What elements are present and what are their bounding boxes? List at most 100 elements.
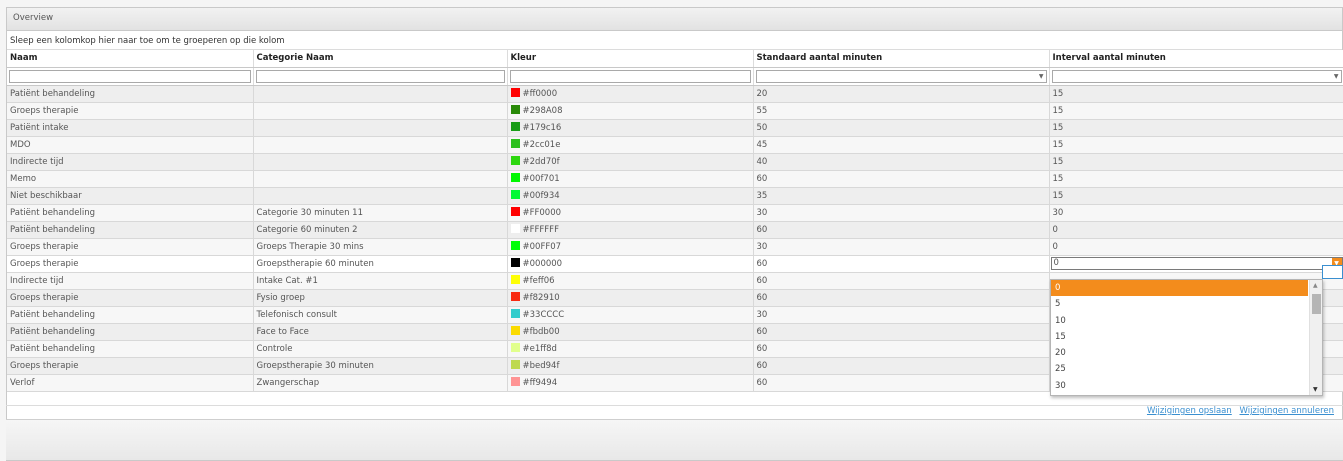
column-header-categorie-naam[interactable]: Categorie Naam [253, 50, 508, 68]
table-row[interactable]: Niet beschikbaar #00f934 35 15 [7, 187, 1343, 205]
dropdown-option[interactable]: 5 [1051, 296, 1308, 312]
cell-kleur[interactable]: #2dd70f [507, 153, 754, 171]
cell-kleur[interactable]: #ff9494 [507, 374, 754, 392]
table-row[interactable]: Groeps therapie Groeps Therapie 30 mins #0… [7, 238, 1343, 256]
cell-kleur[interactable]: #bed94f [507, 357, 754, 375]
cell-standaard[interactable]: 40 [753, 153, 1050, 171]
scroll-up-icon[interactable]: ▲ [1313, 282, 1318, 289]
cell-categorie[interactable]: Groeps Therapie 30 mins [253, 238, 508, 256]
table-row[interactable]: Groeps therapie #298A08 55 15 [7, 102, 1343, 120]
cell-naam[interactable]: Patiënt behandeling [7, 204, 254, 222]
cell-standaard[interactable]: 60 [753, 323, 1050, 341]
cell-standaard[interactable]: 60 [753, 289, 1050, 307]
cell-kleur[interactable]: #00FF07 [507, 238, 754, 256]
dropdown-option[interactable]: 0 [1051, 280, 1308, 297]
cell-interval[interactable]: 30 [1049, 204, 1343, 222]
cell-naam[interactable]: Patiënt behandeling [7, 85, 254, 103]
cell-naam[interactable]: Niet beschikbaar [7, 187, 254, 205]
table-row[interactable]: Indirecte tijd #2dd70f 40 15 [7, 153, 1343, 171]
table-row[interactable]: Patiënt behandeling Categorie 30 minuten … [7, 204, 1343, 222]
cell-categorie[interactable] [253, 153, 508, 171]
cell-kleur[interactable]: #179c16 [507, 119, 754, 137]
table-row[interactable]: Memo #00f701 60 15 [7, 170, 1343, 188]
cell-categorie[interactable]: Face to Face [253, 323, 508, 341]
dropdown-option[interactable]: 15 [1051, 329, 1308, 345]
cell-categorie[interactable]: Categorie 30 minuten 11 [253, 204, 508, 222]
cell-kleur[interactable]: #298A08 [507, 102, 754, 120]
cell-interval[interactable]: 15 [1049, 119, 1343, 137]
cell-categorie[interactable] [253, 85, 508, 103]
cell-kleur[interactable]: #FFFFFF [507, 221, 754, 239]
filter-interval-select[interactable]: ▼ [1051, 69, 1342, 83]
cell-naam[interactable]: Groeps therapie [7, 357, 254, 375]
cell-naam[interactable]: Groeps therapie [7, 255, 254, 273]
cell-standaard[interactable]: 50 [753, 119, 1050, 137]
filter-standaard-select[interactable]: ▼ [755, 69, 1047, 83]
table-row[interactable]: Patiënt behandeling Categorie 60 minuten … [7, 221, 1343, 239]
cell-naam[interactable]: Verlof [7, 374, 254, 392]
dropdown-option[interactable]: 20 [1051, 345, 1308, 361]
interval-combobox[interactable]: 0 ▼ [1050, 257, 1343, 270]
cell-standaard[interactable]: 30 [753, 238, 1050, 256]
cell-naam[interactable]: Groeps therapie [7, 238, 254, 256]
dropdown-scrollbar[interactable]: ▲ ▼ [1309, 280, 1322, 395]
dropdown-option[interactable]: 30 [1051, 378, 1308, 394]
cell-kleur[interactable]: #00f934 [507, 187, 754, 205]
cancel-changes-link[interactable]: Wijzigingen annuleren [1239, 406, 1334, 416]
cell-kleur[interactable]: #FF0000 [507, 204, 754, 222]
cell-categorie[interactable] [253, 102, 508, 120]
cell-naam[interactable]: Groeps therapie [7, 289, 254, 307]
cell-categorie[interactable] [253, 119, 508, 137]
next-cell-editor[interactable] [1322, 265, 1343, 279]
column-header-interval-minuten[interactable]: Interval aantal minuten [1049, 50, 1343, 68]
filter-categorie-input[interactable] [255, 69, 505, 83]
table-row[interactable]: Groeps therapie Groepstherapie 60 minuten… [7, 255, 1343, 273]
cell-categorie[interactable]: Zwangerschap [253, 374, 508, 392]
column-header-naam[interactable]: Naam [7, 50, 254, 68]
cell-naam[interactable]: Patiënt behandeling [7, 323, 254, 341]
cell-standaard[interactable]: 35 [753, 187, 1050, 205]
table-row[interactable]: Patiënt intake #179c16 50 15 [7, 119, 1343, 137]
cell-categorie[interactable]: Fysio groep [253, 289, 508, 307]
cell-standaard[interactable]: 60 [753, 221, 1050, 239]
cell-kleur[interactable]: #f82910 [507, 289, 754, 307]
cell-categorie[interactable] [253, 187, 508, 205]
cell-standaard[interactable]: 60 [753, 255, 1050, 273]
cell-interval[interactable]: 15 [1049, 170, 1343, 188]
cell-categorie[interactable]: Groepstherapie 60 minuten [253, 255, 508, 273]
filter-kleur-input[interactable] [509, 69, 751, 83]
cell-kleur[interactable]: #000000 [507, 255, 754, 273]
cell-categorie[interactable]: Groepstherapie 30 minuten [253, 357, 508, 375]
cell-kleur[interactable]: #e1ff8d [507, 340, 754, 358]
scroll-down-icon[interactable]: ▼ [1313, 386, 1318, 393]
column-header-kleur[interactable]: Kleur [507, 50, 754, 68]
scroll-thumb[interactable] [1312, 294, 1321, 314]
cell-naam[interactable]: Indirecte tijd [7, 153, 254, 171]
cell-categorie[interactable]: Intake Cat. #1 [253, 272, 508, 290]
cell-naam[interactable]: Patiënt behandeling [7, 221, 254, 239]
cell-standaard[interactable]: 45 [753, 136, 1050, 154]
cell-interval[interactable]: 0 [1049, 221, 1343, 239]
cell-naam[interactable]: Patiënt intake [7, 119, 254, 137]
cell-standaard[interactable]: 60 [753, 340, 1050, 358]
cell-interval-editor[interactable]: 0 ▼ [1049, 255, 1343, 273]
cell-interval[interactable]: 15 [1049, 136, 1343, 154]
cell-categorie[interactable] [253, 136, 508, 154]
cell-interval[interactable]: 15 [1049, 153, 1343, 171]
cell-naam[interactable]: Groeps therapie [7, 102, 254, 120]
table-row[interactable]: MDO #2cc01e 45 15 [7, 136, 1343, 154]
cell-categorie[interactable]: Controle [253, 340, 508, 358]
cell-categorie[interactable]: Categorie 60 minuten 2 [253, 221, 508, 239]
interval-dropdown-list[interactable]: 0 5 10 15 20 25 30 ▲ ▼ [1050, 279, 1323, 396]
cell-standaard[interactable]: 60 [753, 374, 1050, 392]
cell-naam[interactable]: Patiënt behandeling [7, 306, 254, 324]
cell-interval[interactable]: 15 [1049, 85, 1343, 103]
cell-interval[interactable]: 15 [1049, 187, 1343, 205]
column-header-standaard-minuten[interactable]: Standaard aantal minuten [753, 50, 1050, 68]
cell-standaard[interactable]: 30 [753, 204, 1050, 222]
cell-interval[interactable]: 15 [1049, 102, 1343, 120]
cell-naam[interactable]: Patiënt behandeling [7, 340, 254, 358]
cell-kleur[interactable]: #00f701 [507, 170, 754, 188]
cell-kleur[interactable]: #feff06 [507, 272, 754, 290]
cell-standaard[interactable]: 60 [753, 357, 1050, 375]
